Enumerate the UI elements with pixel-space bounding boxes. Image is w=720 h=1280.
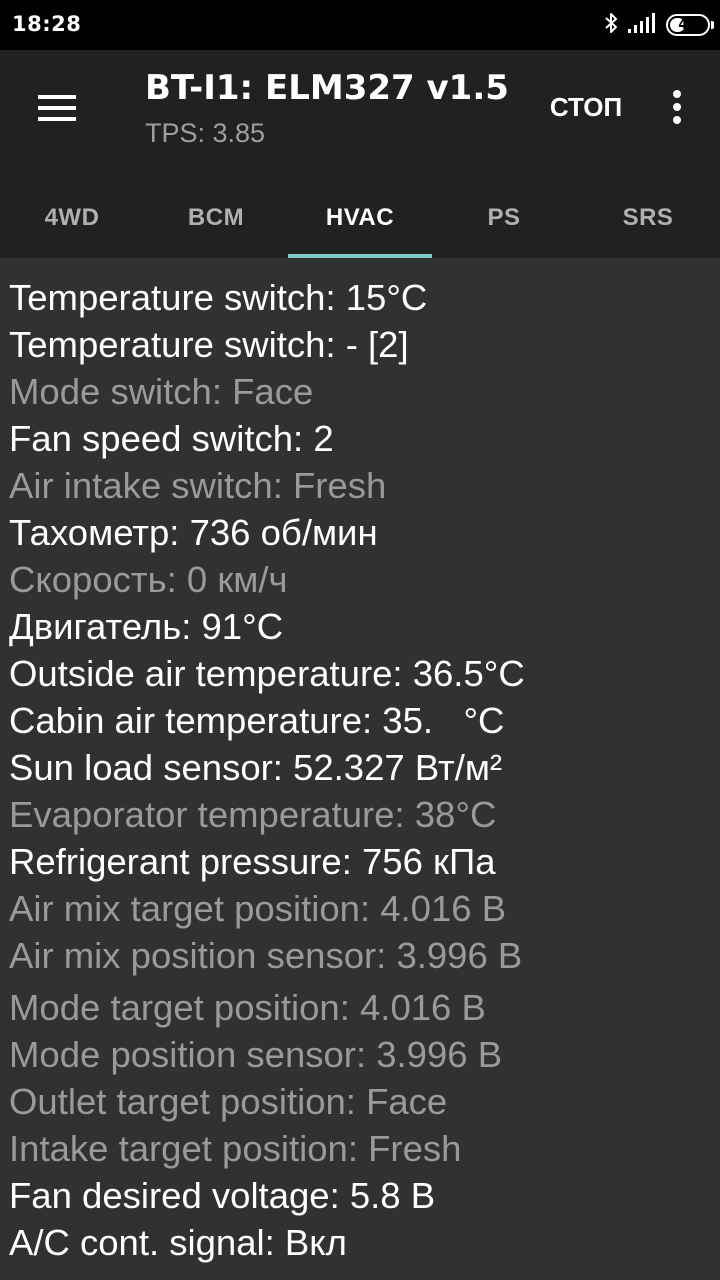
parameter-row: Evaporator temperature: 38°C — [9, 794, 497, 835]
parameter-row: Скорость: 0 км/ч — [9, 559, 288, 600]
parameter-row: Intake target position: Fresh — [9, 1128, 462, 1169]
parameter-row: Outlet target position: Face — [9, 1081, 448, 1122]
more-vert-icon[interactable] — [660, 82, 694, 132]
parameter-row: Тахометр: 736 об/мин — [9, 512, 378, 553]
hamburger-menu-icon[interactable] — [22, 80, 92, 136]
battery-icon: 42 — [666, 14, 714, 36]
parameter-row: Cabin air temperature: 35. °C — [9, 700, 505, 741]
parameter-row: Fan desired voltage: 5.8 В — [9, 1175, 436, 1216]
parameter-row: Air mix position sensor: 3.996 В — [9, 935, 523, 976]
status-icons: 42 — [604, 11, 714, 39]
tab-ps[interactable]: PS — [432, 178, 576, 258]
battery-level: 42 — [678, 17, 698, 33]
page-subtitle: TPS: 3.85 — [145, 118, 266, 148]
tab-bcm[interactable]: BCM — [144, 178, 288, 258]
parameter-row: Sun load sensor: 52.327 Вт/м² — [9, 747, 503, 788]
stop-button[interactable]: СТОП — [540, 86, 632, 128]
parameter-row: Mode position sensor: 3.996 В — [9, 1034, 503, 1075]
tab-hvac[interactable]: HVAC — [288, 178, 432, 258]
parameter-row: A/C cont. signal: Вкл — [9, 1222, 347, 1263]
parameter-row: Temperature switch: 15°C — [9, 277, 428, 318]
status-time: 18:28 — [12, 12, 82, 36]
parameter-row: Outside air temperature: 36.5°C — [9, 653, 525, 694]
parameter-row: Mode switch: Face — [9, 371, 314, 412]
parameter-row: Air mix target position: 4.016 В — [9, 888, 507, 929]
parameter-row: Двигатель: 91°C — [9, 606, 284, 647]
parameter-row: Mode target position: 4.016 В — [9, 987, 486, 1028]
bluetooth-icon — [604, 11, 618, 39]
parameter-row: Refrigerant pressure: 756 кПа — [9, 841, 496, 882]
status-bar: 18:28 42 — [0, 0, 720, 50]
battery-tip — [711, 21, 714, 29]
parameter-list: Temperature switch: 15°C Temperature swi… — [0, 258, 720, 1280]
parameter-row: Fan speed switch: 2 — [9, 418, 334, 459]
parameter-row: Temperature switch: - [2] — [9, 324, 409, 365]
tab-srs[interactable]: SRS — [576, 178, 720, 258]
app-toolbar: BT-I1: ELM327 v1.5 TPS: 3.85 СТОП 4WD BC… — [0, 50, 720, 258]
page-title: BT-I1: ELM327 v1.5 — [145, 68, 509, 108]
tab-4wd[interactable]: 4WD — [0, 178, 144, 258]
tab-bar: 4WD BCM HVAC PS SRS — [0, 178, 720, 258]
parameter-row: Air intake switch: Fresh — [9, 465, 387, 506]
signal-icon — [628, 13, 656, 37]
